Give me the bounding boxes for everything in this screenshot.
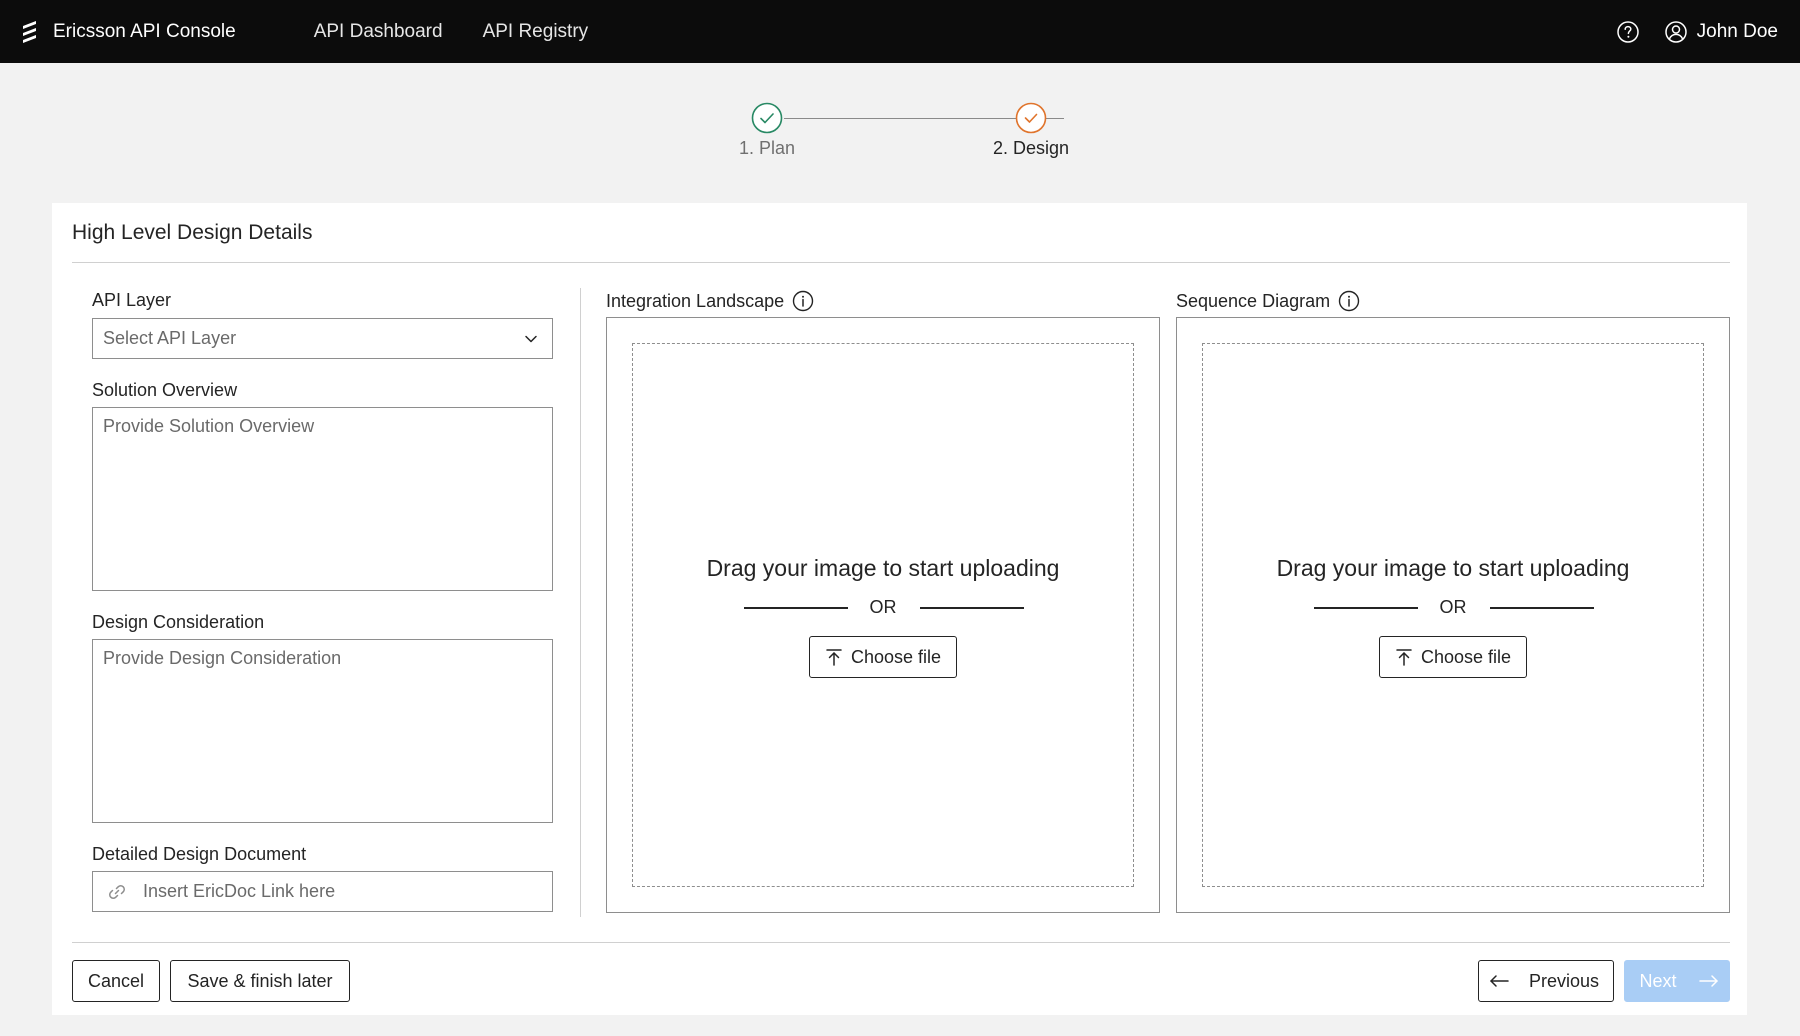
solution-overview-textarea[interactable]: Provide Solution Overview	[92, 407, 553, 591]
check-circle-icon	[751, 102, 783, 134]
main-nav: API Dashboard API Registry	[314, 21, 628, 43]
integration-landscape-upload: Drag your image to start uploading OR Ch…	[606, 317, 1160, 913]
or-separator: OR	[633, 596, 1133, 620]
api-layer-select[interactable]: Select API Layer	[92, 318, 553, 359]
drop-text: Drag your image to start uploading	[706, 555, 1060, 581]
or-text: OR	[869, 597, 897, 617]
app-name: Ericsson API Console	[53, 20, 236, 42]
arrow-left-icon	[1490, 975, 1509, 987]
topbar-right: John Doe	[1616, 20, 1778, 44]
step-plan[interactable]: 1. Plan	[697, 102, 837, 159]
sequence-diagram-dropzone[interactable]: Drag your image to start uploading OR Ch…	[1202, 343, 1704, 887]
detailed-design-document-label: Detailed Design Document	[92, 844, 307, 864]
next-label: Next	[1639, 970, 1677, 991]
save-finish-later-button[interactable]: Save & finish later	[170, 960, 350, 1002]
previous-label: Previous	[1528, 970, 1600, 991]
or-line	[920, 607, 1024, 609]
previous-button[interactable]: Previous	[1478, 960, 1614, 1002]
info-icon[interactable]	[792, 290, 814, 312]
integration-landscape-dropzone[interactable]: Drag your image to start uploading OR Ch…	[632, 343, 1134, 887]
choose-file-label: Choose file	[850, 646, 942, 667]
nav-item-api-dashboard[interactable]: API Dashboard	[314, 21, 443, 43]
user-icon[interactable]	[1664, 20, 1688, 44]
design-consideration-label: Design Consideration	[92, 612, 265, 632]
ericdoc-link-placeholder: Insert EricDoc Link here	[143, 881, 336, 901]
step-design[interactable]: 2. Design	[961, 102, 1101, 159]
or-separator: OR	[1203, 596, 1703, 620]
info-icon[interactable]	[1338, 290, 1360, 312]
or-text: OR	[1439, 597, 1467, 617]
integration-landscape-label: Integration Landscape	[606, 290, 814, 312]
ericsson-logo-icon	[23, 20, 36, 43]
choose-file-button[interactable]: Choose file	[1379, 636, 1527, 678]
card-title: High Level Design Details	[72, 221, 313, 244]
ericdoc-link-input[interactable]: Insert EricDoc Link here	[92, 871, 553, 912]
link-icon	[109, 884, 125, 899]
column-divider	[580, 288, 581, 917]
cancel-button[interactable]: Cancel	[72, 960, 160, 1002]
design-details-card: High Level Design Details API Layer Sele…	[52, 203, 1747, 1015]
api-layer-placeholder: Select API Layer	[103, 328, 237, 348]
arrow-right-icon	[1699, 975, 1718, 987]
choose-file-label: Choose file	[1420, 646, 1512, 667]
step-label: 1. Plan	[738, 138, 796, 158]
upload-label-text: Integration Landscape	[606, 290, 785, 311]
brand[interactable]: Ericsson API Console	[21, 20, 236, 44]
upload-icon	[826, 649, 842, 666]
sequence-diagram-label: Sequence Diagram	[1176, 290, 1360, 312]
divider	[72, 262, 1730, 263]
next-button[interactable]: Next	[1624, 960, 1730, 1002]
upload-label-text: Sequence Diagram	[1176, 290, 1331, 311]
check-circle-icon	[1015, 102, 1047, 134]
design-consideration-textarea[interactable]: Provide Design Consideration	[92, 639, 553, 823]
divider	[72, 942, 1730, 943]
step-label: 2. Design	[992, 138, 1070, 158]
top-bar: Ericsson API Console API Dashboard API R…	[0, 0, 1800, 63]
progress-stepper: 1. Plan 2. Design	[52, 84, 1747, 183]
sequence-diagram-upload: Drag your image to start uploading OR Ch…	[1176, 317, 1730, 913]
api-layer-label: API Layer	[92, 290, 172, 310]
solution-overview-label: Solution Overview	[92, 380, 238, 400]
help-icon[interactable]	[1616, 20, 1640, 44]
solution-overview-placeholder: Provide Solution Overview	[103, 416, 315, 436]
drop-text: Drag your image to start uploading	[1276, 555, 1630, 581]
chevron-down-icon	[525, 335, 537, 343]
design-consideration-placeholder: Provide Design Consideration	[103, 648, 342, 668]
upload-icon	[1396, 649, 1412, 666]
nav-item-api-registry[interactable]: API Registry	[483, 21, 589, 43]
or-line	[1490, 607, 1594, 609]
choose-file-button[interactable]: Choose file	[809, 636, 957, 678]
user-name[interactable]: John Doe	[1697, 21, 1778, 43]
